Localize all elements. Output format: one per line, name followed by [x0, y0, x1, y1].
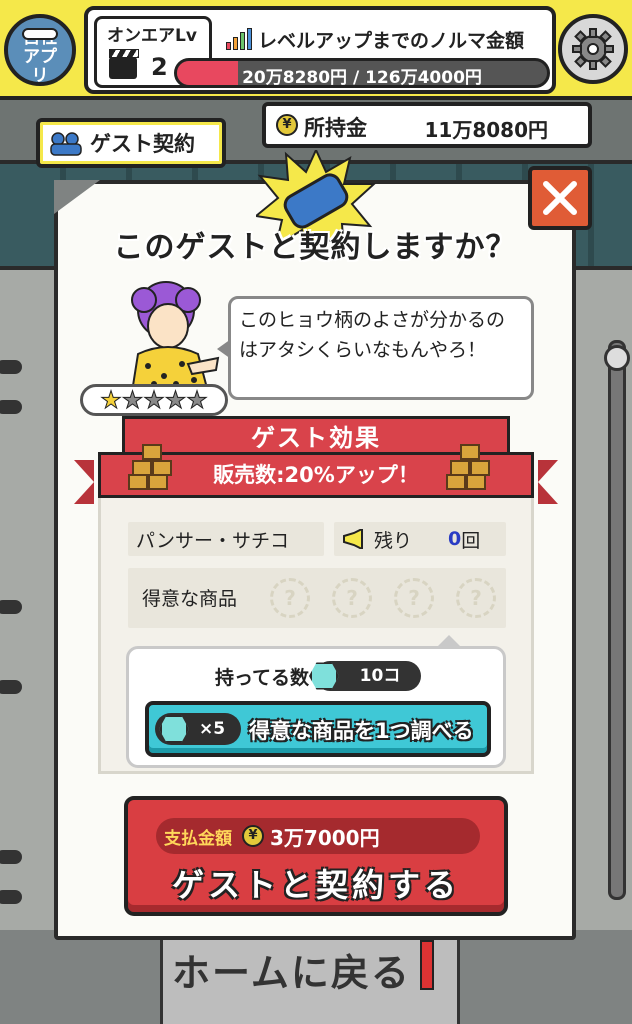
remaining-label: 残り [374, 529, 413, 552]
unknown-product-slot: ? [270, 578, 310, 618]
binder-ring [0, 600, 22, 614]
contract-guest-button[interactable]: 支払金額 ¥ 3万7000円 ゲストと契約する [124, 796, 508, 916]
onair-level-label: オンエアLv [107, 26, 197, 46]
unknown-product-slot: ? [456, 578, 496, 618]
effect-text: 販売数:20%アップ！ [213, 463, 419, 487]
bar-chart-icon [226, 28, 252, 50]
money-display: ¥ 所持金 11万8080円 [262, 102, 592, 148]
cardboard-boxes-icon [446, 444, 494, 490]
own-app-button[interactable]: 自社アプリ [4, 14, 76, 86]
star-filled-icon: ★ [100, 386, 122, 414]
background-pole [608, 340, 626, 900]
money-label: 所持金 [304, 116, 367, 140]
binder-ring [0, 400, 22, 414]
status-panel: オンエアLv 2 レベルアップまでのノルマ金額 20万8280円 / 126万4… [84, 6, 556, 94]
payment-value: 3万7000円 [270, 826, 380, 850]
close-icon [543, 181, 577, 215]
unknown-product-slot: ? [394, 578, 434, 618]
unknown-product-slot: ? [332, 578, 372, 618]
background-pole-knob [604, 345, 630, 371]
guest-avatar [130, 281, 220, 392]
guest-speech-bubble: このヒョウ柄のよさが分かるのはアタシくらいなもんやろ！ [217, 296, 534, 400]
settings-button[interactable] [558, 14, 628, 84]
binder-ring [0, 850, 22, 864]
remaining-uses: 残り 0回 [334, 522, 506, 556]
guest-name: パンサー・サチコ [128, 522, 324, 556]
star-empty-icon: ★ [186, 386, 208, 414]
specialty-products: 得意な商品 ? ? ? ? [128, 568, 506, 628]
dialog-corner-fold [54, 180, 100, 214]
check-specialty-label: 得意な商品を1つ調べる [249, 719, 474, 743]
binder-ring [0, 890, 22, 904]
quota-progress-text: 20万8280円 / 126万4000円 [242, 68, 482, 88]
payment-label: 支払金額 [164, 829, 232, 849]
yen-coin-icon: ¥ [276, 114, 298, 136]
ribbon-tail-right [538, 460, 558, 504]
ribbon-tail-left [74, 460, 94, 504]
cardboard-boxes-icon [128, 444, 176, 490]
specialty-label: 得意な商品 [142, 588, 238, 610]
money-value: 11万8080円 [424, 118, 549, 142]
binder-ring [0, 680, 22, 694]
quota-progress-bar: 20万8280円 / 126万4000円 [174, 58, 550, 88]
quota-label: レベルアップまでのノルマ金額 [258, 30, 525, 52]
payment-amount: 支払金額 ¥ 3万7000円 [156, 818, 480, 854]
guest-contract-tag: ゲスト契約 [36, 118, 226, 168]
guest-contract-tag-label: ゲスト契約 [90, 132, 195, 156]
contract-guest-label: ゲストと契約する [171, 866, 460, 904]
handshake-icon [50, 132, 82, 156]
megaphone-icon [343, 529, 363, 549]
gear-icon [572, 28, 614, 70]
gem-check-panel: 持ってる数 10コ ×5 得意な商品を1つ調べる [126, 635, 506, 768]
star-empty-icon: ★ [164, 386, 187, 414]
clapperboard-icon [109, 49, 139, 79]
remaining-unit: 回 [461, 529, 481, 552]
check-specialty-button[interactable]: ×5 得意な商品を1つ調べる [145, 701, 491, 757]
dialog-title: このゲストと契約しますか？ [113, 230, 517, 265]
owned-gems-label: 持ってる数 [215, 667, 310, 689]
yen-coin-icon: ¥ [242, 825, 264, 847]
gamepad-icon [22, 28, 58, 40]
binder-ring [0, 360, 22, 374]
onair-level-value: 2 [151, 53, 168, 81]
star-empty-icon: ★ [143, 386, 165, 414]
home-button-label: ホームに戻る [172, 951, 411, 995]
flag-icon [420, 940, 434, 990]
guest-rating: ★ ★ ★ ★ ★ [80, 384, 228, 416]
remaining-value: 0 [448, 528, 462, 550]
star-empty-icon: ★ [121, 386, 144, 414]
close-button[interactable] [528, 166, 592, 230]
